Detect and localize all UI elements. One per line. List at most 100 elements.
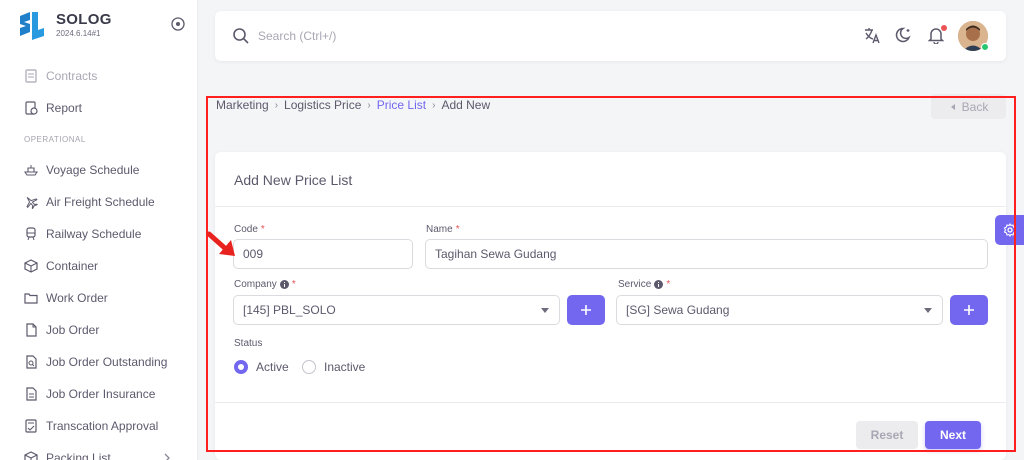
box-icon [24,259,38,273]
info-icon [654,280,664,289]
service-select[interactable]: [SG] Sewa Gudang [616,295,943,325]
required-marker: * [260,224,265,235]
service-select-value: [SG] Sewa Gudang [626,303,730,317]
breadcrumb-price-list[interactable]: Price List [377,98,426,112]
reset-button[interactable]: Reset [856,421,918,449]
sidebar-item-transcation-approval[interactable]: Transcation Approval [0,410,198,442]
online-status-indicator [981,43,989,51]
company-select-value: [145] PBL_SOLO [243,303,336,317]
plane-icon [26,197,38,209]
file-check-icon [25,419,37,433]
card-title: Add New Price List [234,172,353,188]
sidebar-item-label: Air Freight Schedule [46,195,155,209]
sidebar-item-label: Container [46,259,99,273]
notification-dot [941,25,947,31]
add-company-button[interactable] [567,295,605,325]
status-radio-inactive[interactable]: Inactive [302,360,365,374]
price-list-form-card: Add New Price List Code* Name* Company *… [215,152,1006,460]
sidebar-item-packing-list[interactable]: Packing List [0,442,198,460]
sidebar-item-label: Contracts [46,69,98,83]
name-label: Name * [426,224,460,235]
chevron-left-icon [950,103,955,110]
info-icon [279,280,289,289]
sidebar-toggle-icon[interactable] [171,17,185,31]
sidebar-item-report[interactable]: Report [0,92,198,124]
card-footer-divider [215,402,1006,403]
folder-icon [24,293,38,304]
name-input[interactable] [425,239,988,269]
breadcrumb-separator: › [367,99,371,111]
moon-icon[interactable] [895,26,913,44]
breadcrumb: Marketing › Logistics Price › Price List… [216,98,490,112]
sidebar-item-railway-schedule[interactable]: Railway Schedule [0,218,198,250]
radio-checked-indicator[interactable] [234,360,248,374]
sidebar-item-label: Packing List [46,451,111,460]
back-button[interactable]: Back [931,94,1006,119]
add-service-button[interactable] [950,295,988,325]
sidebar-item-label: Voyage Schedule [46,163,140,177]
sidebar-item-label: Report [46,101,83,115]
breadcrumb-logistics-price[interactable]: Logistics Price [284,98,361,112]
sidebar: SOLOG 2024.6.14#1 Contracts Report OPERA… [0,0,198,460]
brand[interactable]: SOLOG 2024.6.14#1 [16,10,191,44]
next-button[interactable]: Next [925,421,981,449]
caret-down-icon [924,308,932,313]
chevron-right-icon [164,453,170,460]
file-text-icon [26,387,37,401]
code-label: Code * [234,224,265,235]
sidebar-item-job-order-insurance[interactable]: Job Order Insurance [0,378,198,410]
translate-icon[interactable] [863,26,881,44]
sidebar-item-air-freight-schedule[interactable]: Air Freight Schedule [0,186,198,218]
report-icon [25,101,38,115]
sidebar-item-job-order[interactable]: Job Order [0,314,198,346]
card-divider [215,206,1006,207]
service-label-text: Service [618,279,652,290]
code-input[interactable] [233,239,413,269]
radio-unchecked-indicator[interactable] [302,360,316,374]
breadcrumb-separator: › [432,99,436,111]
sidebar-item-label: Job Order [46,323,100,337]
search-input[interactable] [258,25,608,47]
ship-icon [24,165,38,176]
breadcrumb-marketing[interactable]: Marketing [216,98,269,112]
code-label-text: Code [234,224,258,235]
sidebar-item-label: Work Order [46,291,108,305]
sidebar-item-contracts[interactable]: Contracts [0,60,198,92]
back-button-label: Back [961,99,989,114]
sidebar-menu: Contracts Report OPERATIONAL Voyage Sche… [0,60,198,460]
search-icon[interactable] [232,27,250,45]
service-label: Service * [618,279,670,290]
required-marker: * [666,279,671,290]
plus-icon [581,305,591,315]
sidebar-item-job-order-outstanding[interactable]: Job Order Outstanding [0,346,198,378]
sidebar-item-label: Transcation Approval [46,419,159,433]
sidebar-item-label: Railway Schedule [46,227,142,241]
solog-logo [20,12,44,40]
sidebar-item-work-order[interactable]: Work Order [0,282,198,314]
name-label-text: Name [426,224,453,235]
caret-down-icon [541,308,549,313]
status-radio-active[interactable]: Active [234,360,289,374]
required-marker: * [291,279,296,290]
required-marker: * [455,224,460,235]
sidebar-item-label: Job Order Outstanding [46,355,168,369]
app-version: 2024.6.14#1 [56,29,101,38]
radio-label-inactive: Inactive [324,360,366,374]
company-label-text: Company [234,279,277,290]
gear-icon [1003,223,1016,237]
app-name: SOLOG [56,11,112,28]
breadcrumb-add-new: Add New [441,98,491,112]
sidebar-section-header: OPERATIONAL [24,134,86,144]
sidebar-item-container[interactable]: Container [0,250,198,282]
train-icon [26,227,36,241]
radio-label-active: Active [256,360,289,374]
sidebar-item-voyage-schedule[interactable]: Voyage Schedule [0,154,198,186]
status-label: Status [234,338,263,349]
top-navbar [215,11,1006,61]
file-search-icon [26,355,37,369]
theme-customizer-button[interactable] [995,215,1024,245]
breadcrumb-separator: › [274,99,279,111]
plus-icon [964,305,974,315]
file-icon [26,323,37,337]
company-select[interactable]: [145] PBL_SOLO [233,295,560,325]
